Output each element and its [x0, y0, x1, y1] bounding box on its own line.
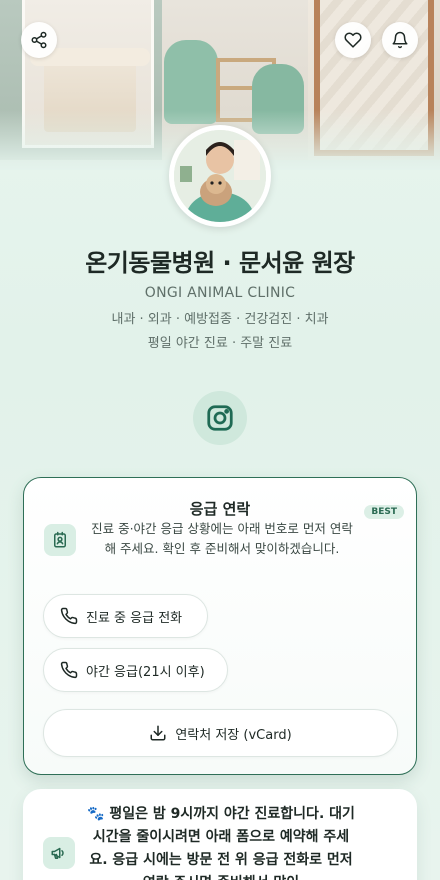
notification-button[interactable]: [382, 22, 418, 58]
download-icon: [150, 725, 166, 741]
megaphone-icon: [43, 837, 75, 869]
avatar-photo: [174, 130, 266, 222]
avatar: [169, 125, 271, 227]
clinic-services: 내과 · 외과 · 예방접종 · 건강검진 · 치과: [111, 312, 329, 327]
heart-icon: [344, 32, 362, 48]
profile-page: 온기동물병원 · 문서윤 원장 ONGI ANIMAL CLINIC 내과 · …: [0, 0, 440, 880]
emergency-contact-card: 응급 연락 BEST 진료 중·야간 응급 상황에는 아래 번호로 먼저 연락해…: [23, 477, 417, 775]
instagram-button[interactable]: [193, 391, 247, 445]
page-title: 온기동물병원 · 문서윤 원장: [85, 249, 355, 277]
night-emergency-call-button[interactable]: 야간 응급(21시 이후): [43, 648, 228, 692]
emergency-card-description: 진료 중·야간 응급 상황에는 아래 번호로 먼저 연락해 주세요. 확인 후 …: [91, 521, 353, 556]
notice-card: 🐾 평일은 밤 9시까지 야간 진료합니다. 대기 시간을 줄이시려면 아래 폼…: [23, 789, 417, 880]
best-badge: BEST: [364, 505, 404, 519]
clinic-hours: 평일 야간 진료 · 주말 진료: [147, 336, 293, 351]
daytime-emergency-call-label: 진료 중 응급 전화: [86, 610, 183, 626]
clinic-subtitle: ONGI ANIMAL CLINIC: [144, 285, 296, 301]
instagram-icon: [207, 405, 233, 431]
notice-text: 🐾 평일은 밤 9시까지 야간 진료합니다. 대기 시간을 줄이시려면 아래 폼…: [87, 806, 355, 880]
favorite-button[interactable]: [335, 22, 371, 58]
save-vcard-button[interactable]: 연락처 저장 (vCard): [43, 709, 398, 757]
share-button[interactable]: [21, 22, 57, 58]
bell-icon: [392, 31, 408, 49]
phone-icon: [60, 661, 78, 679]
emergency-card-title: 응급 연락: [189, 500, 251, 518]
contact-card-icon: [44, 524, 76, 556]
save-vcard-label: 연락처 저장 (vCard): [175, 727, 292, 743]
phone-icon: [60, 607, 78, 625]
daytime-emergency-call-button[interactable]: 진료 중 응급 전화: [43, 594, 208, 638]
share-icon: [31, 31, 47, 49]
night-emergency-call-label: 야간 응급(21시 이후): [86, 664, 205, 680]
